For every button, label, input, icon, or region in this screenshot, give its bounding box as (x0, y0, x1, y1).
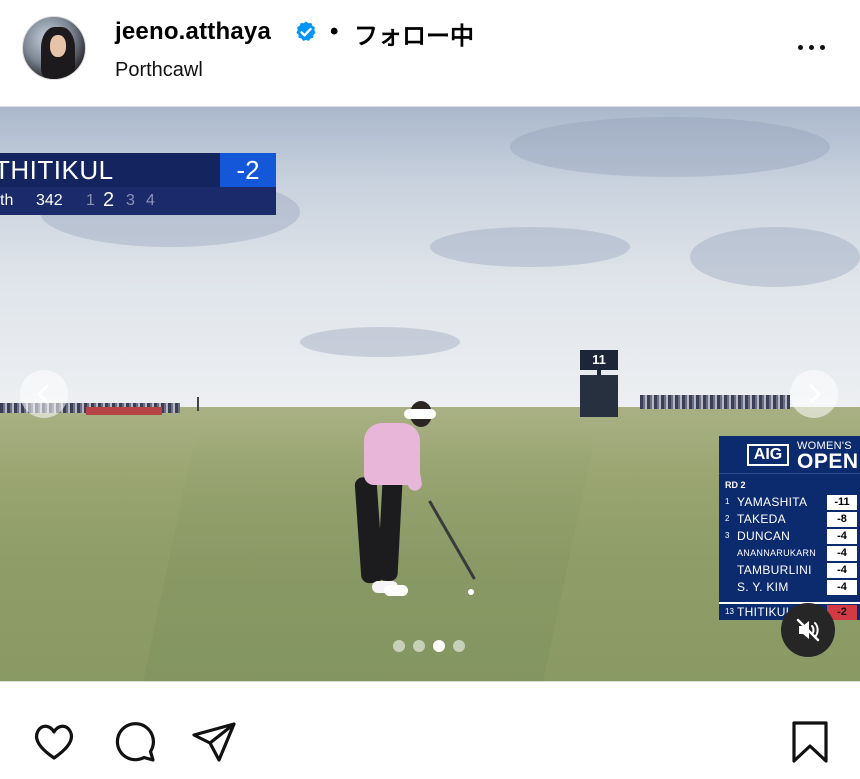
carousel-dot (453, 640, 465, 652)
leaderboard-row: 1 YAMASHITA -11 (719, 494, 860, 511)
bookmark-icon[interactable] (786, 718, 834, 766)
banner-yardage: 342 (36, 192, 63, 209)
banner-shot-4: 4 (146, 192, 155, 209)
leaderboard-overlay: AIG WOMEN'S OPEN RD 2 1 YAMASHITA -11 2 … (719, 436, 860, 620)
send-icon[interactable] (190, 718, 238, 766)
mute-button[interactable] (781, 603, 835, 657)
location-link[interactable]: Porthcawl (115, 59, 203, 82)
heart-icon[interactable] (30, 718, 78, 766)
banner-player-name: THITIKUL (0, 155, 114, 185)
carousel-next-button[interactable] (790, 370, 838, 418)
leaderboard-row: 3 DUNCAN -4 (719, 528, 860, 545)
post-header: jeeno.atthaya • フォロー中 Porthcawl (0, 0, 860, 106)
banner-hole-info: th (0, 192, 14, 209)
comment-icon[interactable] (110, 718, 158, 766)
leaderboard-title-line2: OPEN (797, 450, 859, 473)
scoreboard-tower (580, 375, 618, 417)
carousel-dot-active (433, 640, 445, 652)
banner-shot-current: 2 (103, 189, 115, 211)
chevron-left-icon (37, 384, 49, 404)
following-button[interactable]: フォロー中 (354, 16, 474, 51)
more-options-icon[interactable] (794, 36, 830, 60)
player-score-banner: THITIKUL -2 th 342 1 2 3 4 (0, 153, 276, 215)
leaderboard-row: S. Y. KIM -4 (719, 579, 860, 596)
leaderboard-row: 2 TAKEDA -8 (719, 511, 860, 528)
carousel-indicator (393, 640, 473, 652)
carousel-prev-button[interactable] (20, 370, 68, 418)
banner-player-score: -2 (220, 153, 276, 187)
tower-hole-number: 11 (580, 350, 618, 370)
muted-speaker-icon (796, 618, 820, 642)
golfer-figure (340, 397, 476, 607)
leaderboard-brand: AIG (747, 444, 789, 466)
post-media-video[interactable]: 11 THITIKUL -2 th 342 1 2 3 4 AIG WOMEN'… (0, 106, 860, 682)
leaderboard-round: RD 2 (725, 480, 746, 490)
username-link[interactable]: jeeno.atthaya (115, 18, 271, 46)
carousel-dot (413, 640, 425, 652)
banner-shot-3: 3 (126, 192, 135, 209)
leaderboard-row: TAMBURLINI -4 (719, 562, 860, 579)
banner-shot-1: 1 (86, 192, 95, 209)
avatar-face (50, 35, 66, 57)
carousel-dot (393, 640, 405, 652)
avatar[interactable] (22, 16, 86, 80)
separator-dot: • (330, 18, 339, 45)
post-actions (0, 690, 860, 779)
leaderboard-row: ANANNARUKARN -4 (719, 545, 860, 562)
verified-badge-icon (296, 21, 316, 41)
chevron-right-icon (809, 384, 821, 404)
